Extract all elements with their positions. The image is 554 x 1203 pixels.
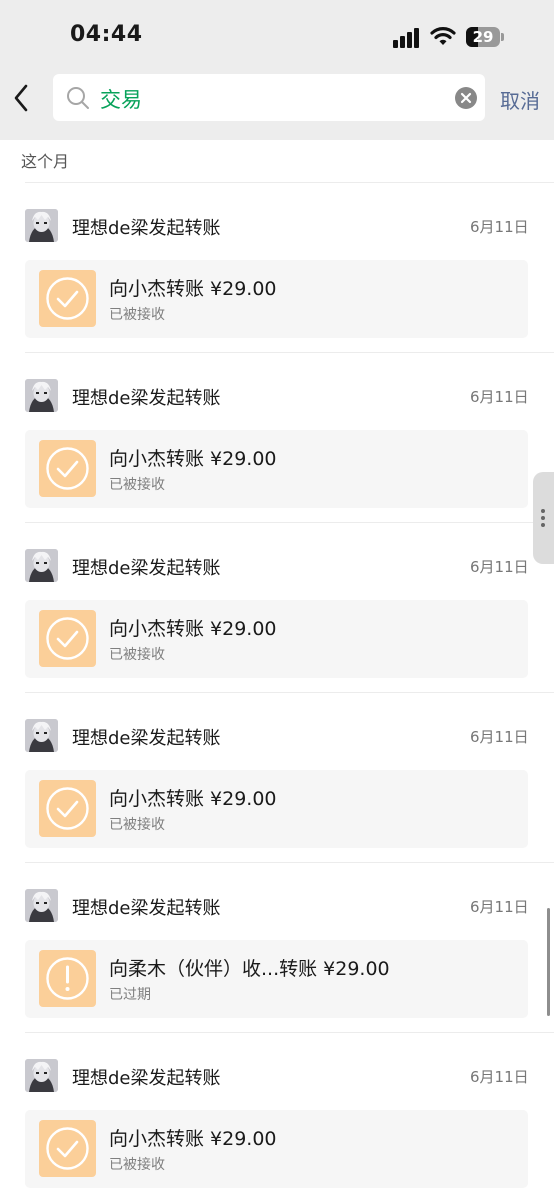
entry-date: 6月11日 [470, 898, 529, 916]
month-header: 这个月 [21, 152, 70, 171]
entry-title: 理想de梁发起转账 [72, 558, 221, 579]
side-drag-handle[interactable] [533, 472, 554, 564]
transfer-status: 已被接收 [109, 817, 165, 833]
transfer-card[interactable]: 向小杰转账 ¥29.00 已被接收 [25, 600, 528, 678]
avatar[interactable] [25, 1059, 58, 1092]
transaction-entry[interactable]: 理想de梁发起转账 6月11日向小杰转账 ¥29.00 已被接收 [0, 1033, 554, 1203]
battery-tip [501, 33, 504, 41]
transaction-entry[interactable]: 理想de梁发起转账 6月11日向柔木（伙伴）收...转账 ¥29.00 已过期 [0, 863, 554, 1033]
transfer-amount-title: 向小杰转账 ¥29.00 [109, 618, 277, 640]
transfer-amount-title: 向小杰转账 ¥29.00 [109, 448, 277, 470]
status-time: 04:44 [70, 22, 143, 47]
back-chevron-icon[interactable] [10, 82, 36, 114]
transfer-status: 已被接收 [109, 307, 165, 323]
entry-title: 理想de梁发起转账 [72, 898, 221, 919]
avatar[interactable] [25, 889, 58, 922]
battery-icon: 29 [466, 27, 500, 47]
checkmark-icon [39, 270, 96, 327]
transfer-card[interactable]: 向小杰转账 ¥29.00 已被接收 [25, 430, 528, 508]
cancel-button[interactable]: 取消 [500, 85, 540, 114]
entry-date: 6月11日 [470, 388, 529, 406]
avatar[interactable] [25, 719, 58, 752]
transfer-status: 已被接收 [109, 477, 165, 493]
entry-title: 理想de梁发起转账 [72, 218, 221, 239]
entry-date: 6月11日 [470, 558, 529, 576]
transaction-entry[interactable]: 理想de梁发起转账 6月11日向小杰转账 ¥29.00 已被接收 [0, 523, 554, 693]
entry-title: 理想de梁发起转账 [72, 728, 221, 749]
avatar[interactable] [25, 209, 58, 242]
transfer-amount-title: 向柔木（伙伴）收...转账 ¥29.00 [109, 958, 390, 980]
entry-title: 理想de梁发起转账 [72, 388, 221, 409]
clear-search-icon[interactable] [454, 86, 478, 110]
transaction-entry[interactable]: 理想de梁发起转账 6月11日向小杰转账 ¥29.00 已被接收 [0, 183, 554, 353]
transfer-status: 已被接收 [109, 1157, 165, 1173]
avatar[interactable] [25, 549, 58, 582]
wifi-icon [430, 27, 456, 45]
top-bar: 04:44 29 交易 取消 [0, 0, 554, 140]
entry-date: 6月11日 [470, 218, 529, 236]
entry-date: 6月11日 [470, 1068, 529, 1086]
transfer-status: 已过期 [109, 987, 151, 1003]
transfer-amount-title: 向小杰转账 ¥29.00 [109, 1128, 277, 1150]
battery-level: 29 [472, 28, 494, 46]
search-icon [67, 87, 89, 109]
search-query: 交易 [100, 88, 142, 112]
checkmark-icon [39, 780, 96, 837]
transaction-entry[interactable]: 理想de梁发起转账 6月11日向小杰转账 ¥29.00 已被接收 [0, 353, 554, 523]
entry-title: 理想de梁发起转账 [72, 1068, 221, 1089]
checkmark-icon [39, 610, 96, 667]
checkmark-icon [39, 1120, 96, 1177]
search-input[interactable]: 交易 [53, 74, 485, 121]
checkmark-icon [39, 440, 96, 497]
transfer-card[interactable]: 向小杰转账 ¥29.00 已被接收 [25, 1110, 528, 1188]
transaction-entry[interactable]: 理想de梁发起转账 6月11日向小杰转账 ¥29.00 已被接收 [0, 693, 554, 863]
exclamation-icon [39, 950, 96, 1007]
scrollbar[interactable] [547, 908, 550, 1016]
transfer-card[interactable]: 向小杰转账 ¥29.00 已被接收 [25, 260, 528, 338]
entry-date: 6月11日 [470, 728, 529, 746]
transfer-status: 已被接收 [109, 647, 165, 663]
cellular-signal-icon [393, 28, 421, 48]
transfer-amount-title: 向小杰转账 ¥29.00 [109, 278, 277, 300]
transfer-amount-title: 向小杰转账 ¥29.00 [109, 788, 277, 810]
avatar[interactable] [25, 379, 58, 412]
transfer-card[interactable]: 向柔木（伙伴）收...转账 ¥29.00 已过期 [25, 940, 528, 1018]
transfer-card[interactable]: 向小杰转账 ¥29.00 已被接收 [25, 770, 528, 848]
